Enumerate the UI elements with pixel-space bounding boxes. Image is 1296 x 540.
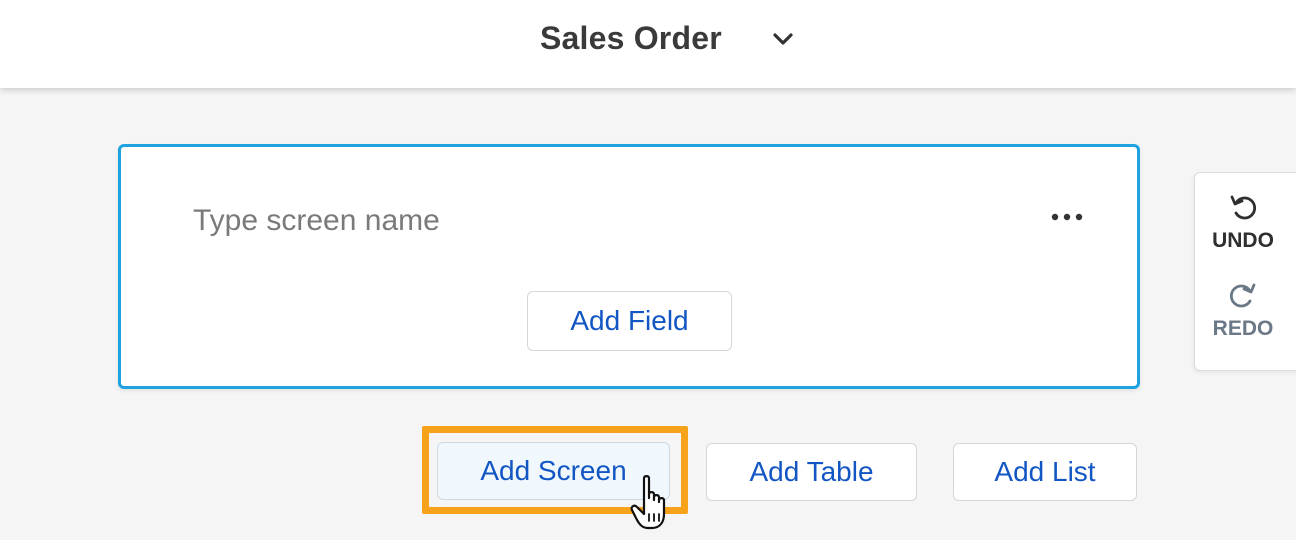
chevron-down-icon[interactable]: [770, 28, 796, 50]
form-title[interactable]: Sales Order: [540, 20, 722, 57]
undo-label: UNDO: [1212, 229, 1274, 252]
redo-button[interactable]: REDO: [1195, 279, 1291, 341]
add-list-button[interactable]: Add List: [953, 443, 1137, 501]
more-horizontal-icon[interactable]: [1049, 209, 1085, 225]
undo-button[interactable]: UNDO: [1195, 191, 1291, 253]
add-field-button[interactable]: Add Field: [527, 291, 732, 351]
undo-redo-panel: UNDO REDO: [1194, 172, 1296, 371]
redo-icon: [1229, 283, 1256, 308]
redo-label: REDO: [1212, 317, 1274, 340]
screen-name-input[interactable]: [193, 197, 893, 245]
add-screen-button[interactable]: Add Screen: [437, 442, 670, 500]
undo-icon: [1230, 195, 1257, 220]
top-bar: Sales Order: [0, 0, 1296, 88]
screen-card[interactable]: Add Field: [118, 144, 1140, 389]
add-table-button[interactable]: Add Table: [706, 443, 917, 501]
